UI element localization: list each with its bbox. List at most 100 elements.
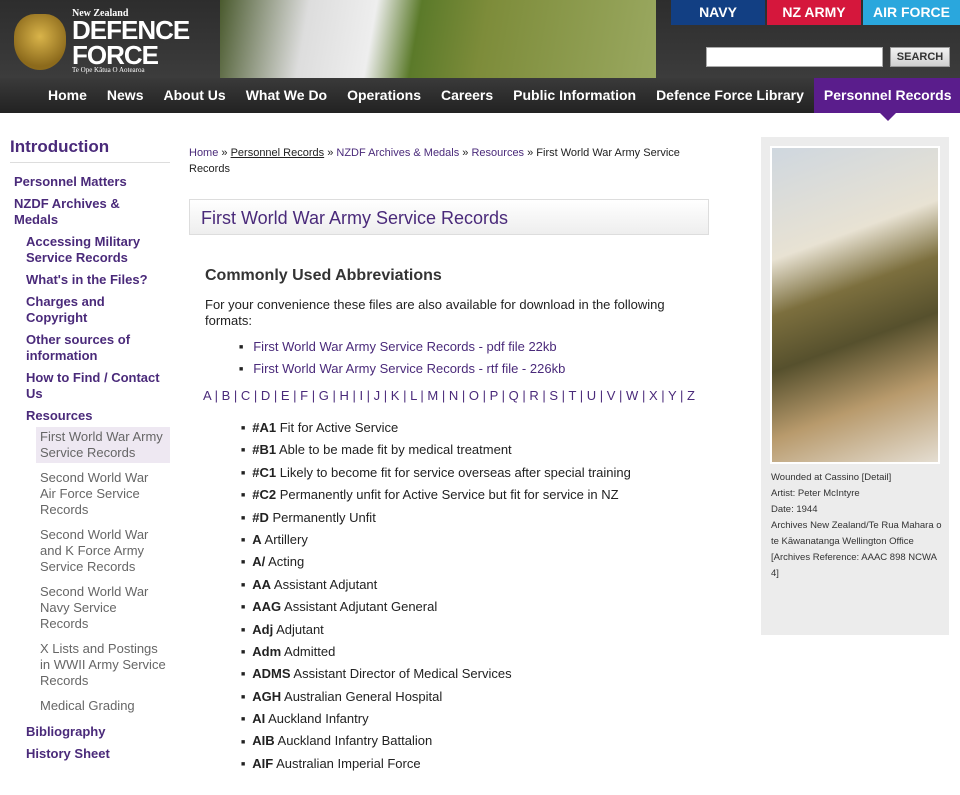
- caption-artist: Artist: Peter McIntyre: [771, 488, 860, 499]
- breadcrumb-archives[interactable]: NZDF Archives & Medals: [336, 147, 459, 159]
- sidebar-subitem[interactable]: How to Find / Contact Us: [10, 367, 170, 405]
- sidebar-resource-item[interactable]: X Lists and Postings in WWII Army Servic…: [36, 639, 170, 691]
- abbreviation-code: #B1: [252, 442, 277, 458]
- nav-careers[interactable]: Careers: [431, 78, 503, 113]
- painting-image: [770, 146, 940, 464]
- abbreviation-meaning: Assistant Adjutant: [273, 576, 378, 592]
- army-link[interactable]: NZ ARMY: [767, 0, 861, 25]
- abbreviation-item: #A1 Fit for Active Service: [241, 420, 709, 442]
- nav-public-information[interactable]: Public Information: [503, 78, 646, 113]
- nav-about-us[interactable]: About Us: [153, 78, 235, 113]
- alphabet-link[interactable]: E: [281, 388, 290, 403]
- abbreviation-meaning: Permanently unfit for Active Service but…: [279, 487, 619, 503]
- abbreviation-code: #D: [252, 509, 269, 525]
- alphabet-link[interactable]: R: [529, 388, 538, 403]
- abbreviation-code: #C1: [252, 464, 277, 480]
- abbreviation-item: A Artillery: [241, 532, 709, 554]
- abbreviation-meaning: Australian General Hospital: [284, 688, 443, 704]
- abbreviation-meaning: Acting: [268, 554, 305, 570]
- main-content: Home » Personnel Records » NZDF Archives…: [189, 145, 709, 778]
- alphabet-link[interactable]: H: [339, 388, 348, 403]
- alphabet-link[interactable]: N: [449, 388, 458, 403]
- abbreviation-code: Adm: [252, 643, 282, 659]
- alphabet-link[interactable]: X: [649, 388, 658, 403]
- abbreviation-meaning: Able to be made fit by medical treatment: [279, 442, 512, 458]
- abbreviation-item: AIB Auckland Infantry Battalion: [241, 733, 709, 755]
- alphabet-link[interactable]: A: [203, 388, 211, 403]
- nav-personnel-records[interactable]: Personnel Records: [813, 78, 960, 121]
- nzdf-logo[interactable]: New Zealand DEFENCE FORCE Te Ope Kātua O…: [14, 6, 214, 74]
- abbreviation-code: AA: [252, 576, 272, 592]
- abbreviation-code: AI: [252, 711, 266, 727]
- alphabet-link[interactable]: M: [427, 388, 438, 403]
- sidebar-item-history-sheet[interactable]: History Sheet: [10, 743, 170, 765]
- alphabet-link[interactable]: B: [222, 388, 231, 403]
- alphabet-link[interactable]: O: [469, 388, 479, 403]
- section-heading: Commonly Used Abbreviations: [205, 267, 442, 284]
- alphabet-link[interactable]: P: [490, 388, 498, 403]
- abbreviation-item: Adj Adjutant: [241, 622, 709, 644]
- nav-operations[interactable]: Operations: [337, 78, 431, 113]
- alphabet-link[interactable]: F: [300, 388, 308, 403]
- sidebar-resource-item[interactable]: Second World War Navy Service Records: [36, 582, 170, 634]
- breadcrumb-resources[interactable]: Resources: [471, 147, 524, 159]
- sidebar-item-archives-medals[interactable]: NZDF Archives & Medals: [10, 193, 170, 231]
- abbreviation-code: AGH: [252, 688, 282, 704]
- breadcrumb-personnel-records[interactable]: Personnel Records: [231, 147, 325, 159]
- intro-text: For your convenience these files are als…: [205, 297, 665, 328]
- alphabet-link[interactable]: U: [587, 388, 596, 403]
- breadcrumb: Home » Personnel Records » NZDF Archives…: [189, 147, 680, 175]
- sidebar-resource-item[interactable]: Second World War and K Force Army Servic…: [36, 525, 170, 577]
- alphabet-link[interactable]: D: [261, 388, 270, 403]
- sidebar-subitem[interactable]: Accessing Military Service Records: [10, 231, 170, 269]
- alphabet-link[interactable]: V: [607, 388, 616, 403]
- sidebar-item-bibliography[interactable]: Bibliography: [10, 721, 170, 743]
- abbreviation-meaning: Admitted: [284, 643, 336, 659]
- logo-line2: DEFENCE FORCE: [72, 15, 190, 70]
- sidebar-resource-item[interactable]: First World War Army Service Records: [36, 427, 170, 463]
- sidebar-subitem[interactable]: Resources: [10, 405, 170, 427]
- abbreviation-item: ADMS Assistant Director of Medical Servi…: [241, 666, 709, 688]
- abbreviation-code: A: [252, 531, 262, 547]
- nav-home[interactable]: Home: [38, 78, 97, 113]
- search-input[interactable]: [706, 47, 883, 67]
- alphabet-link[interactable]: W: [626, 388, 638, 403]
- navy-link[interactable]: NAVY: [671, 0, 765, 25]
- sidebar-subitem[interactable]: Other sources of information: [10, 329, 170, 367]
- abbreviation-meaning: Likely to become fit for service oversea…: [279, 464, 631, 480]
- alphabet-link[interactable]: I: [359, 388, 363, 403]
- sidebar-title[interactable]: Introduction: [10, 137, 170, 163]
- nav-news[interactable]: News: [97, 78, 154, 113]
- abbreviation-code: #C2: [252, 487, 277, 503]
- download-pdf-link[interactable]: First World War Army Service Records - p…: [253, 339, 556, 354]
- banner-image: [220, 0, 656, 78]
- abbreviation-code: Adj: [252, 621, 274, 637]
- sidebar: Introduction Personnel Matters NZDF Arch…: [10, 137, 170, 765]
- abbreviation-meaning: Auckland Infantry Battalion: [277, 733, 433, 749]
- alphabet-link[interactable]: L: [410, 388, 417, 403]
- sidebar-resource-item[interactable]: Second World War Air Force Service Recor…: [36, 468, 170, 520]
- nav-what-we-do[interactable]: What We Do: [236, 78, 337, 113]
- alphabet-link[interactable]: S: [549, 388, 558, 403]
- image-panel: Wounded at Cassino [Detail] Artist: Pete…: [761, 137, 949, 635]
- breadcrumb-home[interactable]: Home: [189, 147, 218, 159]
- abbreviation-item: AA Assistant Adjutant: [241, 577, 709, 599]
- air-force-link[interactable]: AIR FORCE: [863, 0, 960, 25]
- alphabet-link[interactable]: C: [241, 388, 250, 403]
- alphabet-link[interactable]: Q: [509, 388, 519, 403]
- alphabet-link[interactable]: G: [319, 388, 329, 403]
- download-rtf-link[interactable]: First World War Army Service Records - r…: [253, 361, 565, 376]
- sidebar-item-personnel-matters[interactable]: Personnel Matters: [10, 171, 170, 193]
- sidebar-resource-item[interactable]: Medical Grading: [36, 696, 170, 716]
- crest-icon: [14, 14, 66, 70]
- alphabet-link[interactable]: J: [374, 388, 381, 403]
- alphabet-link[interactable]: K: [391, 388, 400, 403]
- search-button[interactable]: SEARCH: [890, 47, 950, 67]
- nav-defence-force-library[interactable]: Defence Force Library: [646, 78, 814, 113]
- alphabet-link[interactable]: Z: [687, 388, 695, 403]
- abbreviation-meaning: Assistant Director of Medical Services: [293, 666, 512, 682]
- alphabet-link[interactable]: T: [568, 388, 576, 403]
- sidebar-subitem[interactable]: What's in the Files?: [10, 269, 170, 291]
- alphabet-link[interactable]: Y: [668, 388, 676, 403]
- sidebar-subitem[interactable]: Charges and Copyright: [10, 291, 170, 329]
